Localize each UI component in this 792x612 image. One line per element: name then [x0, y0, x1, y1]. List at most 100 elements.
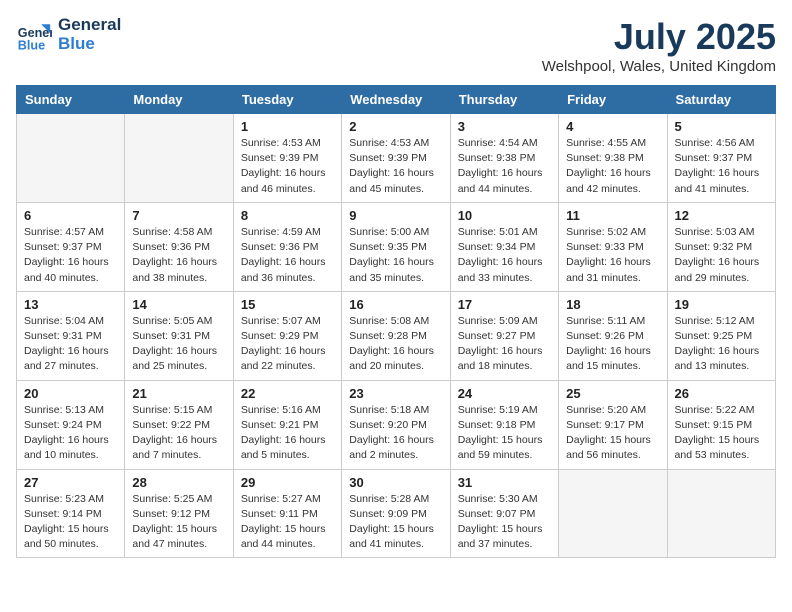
- day-info: Sunrise: 5:11 AMSunset: 9:26 PMDaylight:…: [566, 314, 659, 375]
- day-info: Sunrise: 5:03 AMSunset: 9:32 PMDaylight:…: [675, 225, 768, 286]
- day-info: Sunrise: 4:57 AMSunset: 9:37 PMDaylight:…: [24, 225, 117, 286]
- day-info: Sunrise: 5:07 AMSunset: 9:29 PMDaylight:…: [241, 314, 334, 375]
- calendar-cell: 21Sunrise: 5:15 AMSunset: 9:22 PMDayligh…: [125, 380, 233, 469]
- day-header-thursday: Thursday: [450, 86, 558, 114]
- day-header-sunday: Sunday: [17, 86, 125, 114]
- day-number: 26: [675, 386, 768, 401]
- day-info: Sunrise: 4:53 AMSunset: 9:39 PMDaylight:…: [241, 136, 334, 197]
- day-info: Sunrise: 5:19 AMSunset: 9:18 PMDaylight:…: [458, 403, 551, 464]
- day-info: Sunrise: 5:02 AMSunset: 9:33 PMDaylight:…: [566, 225, 659, 286]
- calendar-cell: [667, 469, 775, 558]
- calendar-cell: 23Sunrise: 5:18 AMSunset: 9:20 PMDayligh…: [342, 380, 450, 469]
- day-number: 31: [458, 475, 551, 490]
- day-header-tuesday: Tuesday: [233, 86, 341, 114]
- day-number: 13: [24, 297, 117, 312]
- logo-blue: Blue: [58, 35, 121, 54]
- day-header-friday: Friday: [559, 86, 667, 114]
- day-number: 10: [458, 208, 551, 223]
- calendar-cell: [17, 114, 125, 203]
- calendar-cell: 27 Sunrise: 5:23 AMSunset: 9:14 PMDayligh…: [17, 469, 125, 558]
- day-number: 8: [241, 208, 334, 223]
- day-info: Sunrise: 5:08 AMSunset: 9:28 PMDaylight:…: [349, 314, 442, 375]
- day-number: 9: [349, 208, 442, 223]
- calendar-cell: 30 Sunrise: 5:28 AMSunset: 9:09 PMDayligh…: [342, 469, 450, 558]
- month-year-title: July 2025: [542, 16, 776, 58]
- day-number: 4: [566, 119, 659, 134]
- day-number: 28: [132, 475, 225, 490]
- day-info: Sunrise: 5:20 AMSunset: 9:17 PMDaylight:…: [566, 403, 659, 464]
- day-number: 1: [241, 119, 334, 134]
- day-info: Sunrise: 5:23 AMSunset: 9:14 PMDaylight:…: [24, 492, 117, 553]
- calendar-week-row: 6 Sunrise: 4:57 AMSunset: 9:37 PMDaylight…: [17, 202, 776, 291]
- calendar-week-row: 27 Sunrise: 5:23 AMSunset: 9:14 PMDayligh…: [17, 469, 776, 558]
- day-info: Sunrise: 5:30 AMSunset: 9:07 PMDaylight:…: [458, 492, 551, 553]
- day-info: Sunrise: 4:58 AMSunset: 9:36 PMDaylight:…: [132, 225, 225, 286]
- calendar-week-row: 20 Sunrise: 5:13 AMSunset: 9:24 PMDayligh…: [17, 380, 776, 469]
- calendar-cell: 15 Sunrise: 5:07 AMSunset: 9:29 PMDayligh…: [233, 291, 341, 380]
- day-info: Sunrise: 5:13 AMSunset: 9:24 PMDaylight:…: [24, 403, 117, 464]
- calendar-cell: [125, 114, 233, 203]
- calendar-table: SundayMondayTuesdayWednesdayThursdayFrid…: [16, 85, 776, 558]
- calendar-cell: 7 Sunrise: 4:58 AMSunset: 9:36 PMDaylight…: [125, 202, 233, 291]
- calendar-cell: 20 Sunrise: 5:13 AMSunset: 9:24 PMDayligh…: [17, 380, 125, 469]
- title-block: July 2025 Welshpool, Wales, United Kingd…: [542, 16, 776, 75]
- calendar-cell: 25 Sunrise: 5:20 AMSunset: 9:17 PMDayligh…: [559, 380, 667, 469]
- logo: General Blue General Blue: [16, 16, 121, 53]
- day-header-monday: Monday: [125, 86, 233, 114]
- day-info: Sunrise: 4:59 AMSunset: 9:36 PMDaylight:…: [241, 225, 334, 286]
- calendar-cell: 19Sunrise: 5:12 AMSunset: 9:25 PMDayligh…: [667, 291, 775, 380]
- svg-text:Blue: Blue: [18, 38, 45, 52]
- day-info: Sunrise: 5:09 AMSunset: 9:27 PMDaylight:…: [458, 314, 551, 375]
- day-number: 2: [349, 119, 442, 134]
- day-info: Sunrise: 5:28 AMSunset: 9:09 PMDaylight:…: [349, 492, 442, 553]
- day-number: 18: [566, 297, 659, 312]
- day-number: 6: [24, 208, 117, 223]
- calendar-cell: 16 Sunrise: 5:08 AMSunset: 9:28 PMDayligh…: [342, 291, 450, 380]
- calendar-cell: 1 Sunrise: 4:53 AMSunset: 9:39 PMDaylight…: [233, 114, 341, 203]
- day-number: 12: [675, 208, 768, 223]
- day-info: Sunrise: 5:01 AMSunset: 9:34 PMDaylight:…: [458, 225, 551, 286]
- logo-icon: General Blue: [16, 17, 52, 53]
- day-number: 14: [132, 297, 225, 312]
- calendar-cell: 28 Sunrise: 5:25 AMSunset: 9:12 PMDayligh…: [125, 469, 233, 558]
- day-info: Sunrise: 5:18 AMSunset: 9:20 PMDaylight:…: [349, 403, 442, 464]
- day-info: Sunrise: 5:05 AMSunset: 9:31 PMDaylight:…: [132, 314, 225, 375]
- calendar-cell: 12 Sunrise: 5:03 AMSunset: 9:32 PMDayligh…: [667, 202, 775, 291]
- calendar-cell: 4 Sunrise: 4:55 AMSunset: 9:38 PMDaylight…: [559, 114, 667, 203]
- day-info: Sunrise: 4:55 AMSunset: 9:38 PMDaylight:…: [566, 136, 659, 197]
- calendar-cell: 10 Sunrise: 5:01 AMSunset: 9:34 PMDayligh…: [450, 202, 558, 291]
- day-info: Sunrise: 5:15 AMSunset: 9:22 PMDaylight:…: [132, 403, 225, 464]
- calendar-cell: 29Sunrise: 5:27 AMSunset: 9:11 PMDayligh…: [233, 469, 341, 558]
- calendar-cell: 3Sunrise: 4:54 AMSunset: 9:38 PMDaylight…: [450, 114, 558, 203]
- calendar-cell: [559, 469, 667, 558]
- calendar-week-row: 13 Sunrise: 5:04 AMSunset: 9:31 PMDayligh…: [17, 291, 776, 380]
- day-number: 16: [349, 297, 442, 312]
- day-info: Sunrise: 4:53 AMSunset: 9:39 PMDaylight:…: [349, 136, 442, 197]
- day-number: 7: [132, 208, 225, 223]
- day-number: 22: [241, 386, 334, 401]
- calendar-cell: 26Sunrise: 5:22 AMSunset: 9:15 PMDayligh…: [667, 380, 775, 469]
- location-subtitle: Welshpool, Wales, United Kingdom: [542, 58, 776, 75]
- day-info: Sunrise: 5:25 AMSunset: 9:12 PMDaylight:…: [132, 492, 225, 553]
- calendar-cell: 18 Sunrise: 5:11 AMSunset: 9:26 PMDayligh…: [559, 291, 667, 380]
- day-number: 5: [675, 119, 768, 134]
- calendar-cell: 11Sunrise: 5:02 AMSunset: 9:33 PMDayligh…: [559, 202, 667, 291]
- day-info: Sunrise: 5:00 AMSunset: 9:35 PMDaylight:…: [349, 225, 442, 286]
- day-number: 27: [24, 475, 117, 490]
- day-number: 19: [675, 297, 768, 312]
- day-number: 25: [566, 386, 659, 401]
- day-number: 17: [458, 297, 551, 312]
- day-number: 24: [458, 386, 551, 401]
- day-info: Sunrise: 4:54 AMSunset: 9:38 PMDaylight:…: [458, 136, 551, 197]
- day-number: 20: [24, 386, 117, 401]
- day-number: 30: [349, 475, 442, 490]
- calendar-cell: 5Sunrise: 4:56 AMSunset: 9:37 PMDaylight…: [667, 114, 775, 203]
- day-number: 15: [241, 297, 334, 312]
- page-header: General Blue General Blue July 2025 Wels…: [16, 16, 776, 75]
- day-header-saturday: Saturday: [667, 86, 775, 114]
- calendar-cell: 13 Sunrise: 5:04 AMSunset: 9:31 PMDayligh…: [17, 291, 125, 380]
- logo-general: General: [58, 16, 121, 35]
- calendar-cell: 14 Sunrise: 5:05 AMSunset: 9:31 PMDayligh…: [125, 291, 233, 380]
- day-info: Sunrise: 5:04 AMSunset: 9:31 PMDaylight:…: [24, 314, 117, 375]
- calendar-header-row: SundayMondayTuesdayWednesdayThursdayFrid…: [17, 86, 776, 114]
